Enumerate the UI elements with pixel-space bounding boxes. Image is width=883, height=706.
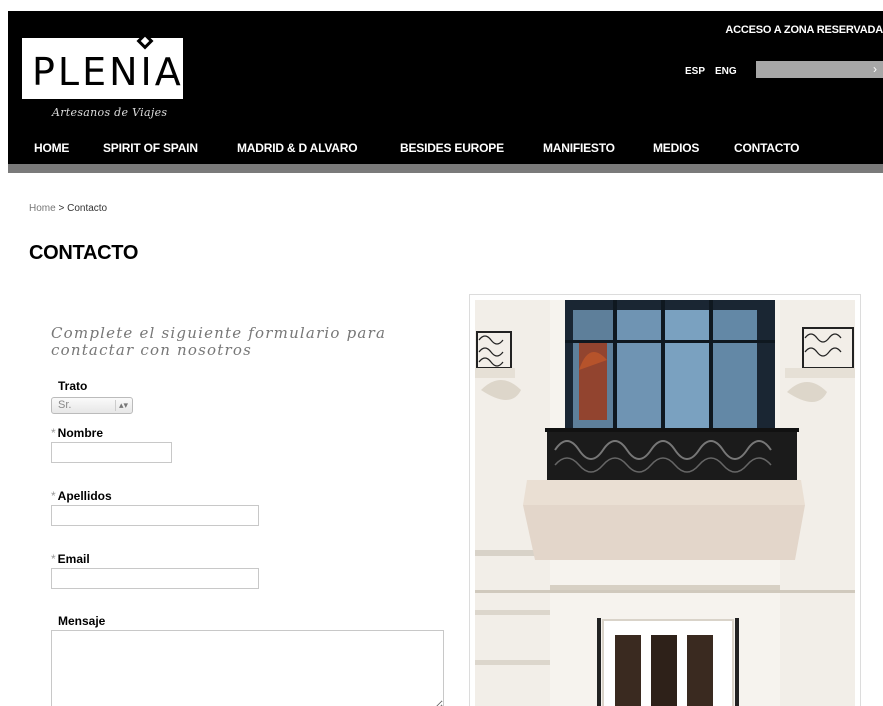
logo-tagline: Artesanos de Viajes xyxy=(52,106,168,119)
required-marker: * xyxy=(51,489,56,503)
nav-item-contacto[interactable]: CONTACTO xyxy=(734,141,799,155)
nombre-input[interactable] xyxy=(51,442,172,463)
select-divider xyxy=(115,400,116,411)
page-title: CONTACTO xyxy=(29,242,139,264)
nav-item-manifiesto[interactable]: MANIFIESTO xyxy=(543,141,615,155)
email-label-text: Email xyxy=(57,552,90,566)
nav-item-home[interactable]: HOME xyxy=(34,141,69,155)
required-marker: * xyxy=(51,552,56,566)
trato-select[interactable]: Sr. ▴▾ xyxy=(51,397,133,414)
site-header: PLENIA Artesanos de Viajes ACCESO A ZONA… xyxy=(8,11,883,164)
nav-item-spirit-of-spain[interactable]: SPIRIT OF SPAIN xyxy=(103,141,198,155)
balcony-illustration xyxy=(475,300,855,706)
trato-selected-value: Sr. xyxy=(58,399,72,411)
required-marker: * xyxy=(51,426,56,440)
nombre-label: * Nombre xyxy=(51,426,103,440)
building-balcony-photo xyxy=(475,300,855,706)
apellidos-label-text: Apellidos xyxy=(57,489,112,503)
nav-item-medios[interactable]: MEDIOS xyxy=(653,141,699,155)
mensaje-textarea[interactable] xyxy=(51,630,444,706)
language-eng-link[interactable]: ENG xyxy=(715,66,737,77)
breadcrumb-home-link[interactable]: Home xyxy=(29,203,56,214)
main-nav: HOME SPIRIT OF SPAIN MADRID & D ALVARO B… xyxy=(8,141,883,161)
search-arrow-icon[interactable]: › xyxy=(873,62,877,76)
logo-text: PLENIA xyxy=(32,50,184,94)
select-arrows-icon: ▴▾ xyxy=(118,400,128,410)
form-intro: Complete el siguiente formulario para co… xyxy=(51,324,387,359)
nav-item-madrid-d-alvaro[interactable]: MADRID & D ALVARO xyxy=(237,141,358,155)
language-esp-link[interactable]: ESP xyxy=(685,66,705,77)
email-input[interactable] xyxy=(51,568,259,589)
nav-underline xyxy=(8,164,883,173)
building-photo-frame xyxy=(469,294,861,706)
reserved-area-link[interactable]: ACCESO A ZONA RESERVADA xyxy=(725,24,883,36)
trato-label: Trato xyxy=(58,379,88,393)
search-input[interactable]: › xyxy=(756,61,883,78)
apellidos-label: * Apellidos xyxy=(51,489,112,503)
email-label: * Email xyxy=(51,552,90,566)
breadcrumb-current: Contacto xyxy=(67,203,108,214)
nav-item-besides-europe[interactable]: BESIDES EUROPE xyxy=(400,141,504,155)
breadcrumb: Home > Contacto xyxy=(29,203,107,214)
apellidos-input[interactable] xyxy=(51,505,259,526)
logo[interactable]: PLENIA xyxy=(22,38,183,99)
nombre-label-text: Nombre xyxy=(57,426,104,440)
mensaje-label: Mensaje xyxy=(58,614,106,628)
breadcrumb-separator: > xyxy=(55,203,68,214)
